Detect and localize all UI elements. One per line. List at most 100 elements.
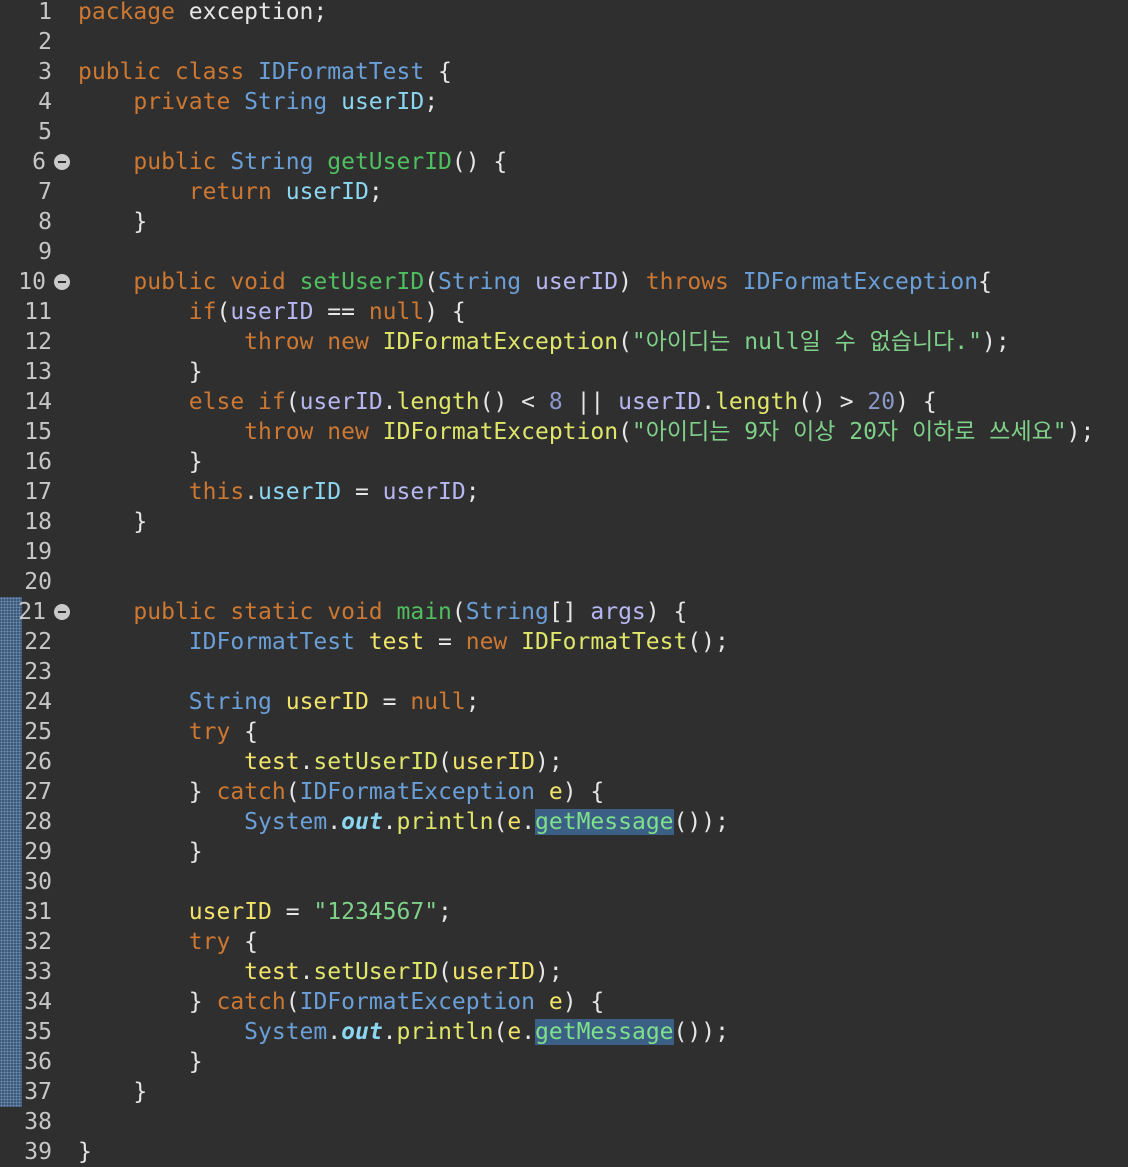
- code-token: () >: [798, 389, 868, 415]
- code-token: ;: [465, 479, 480, 505]
- code-line[interactable]: 39}: [0, 1137, 1128, 1167]
- code-line[interactable]: 17 this.userID = userID;: [0, 477, 1128, 507]
- code-token: e: [507, 1019, 522, 1045]
- code-line[interactable]: 36 }: [0, 1047, 1128, 1077]
- line-number: 39: [24, 1139, 52, 1165]
- code-line[interactable]: 26 test.setUserID(userID);: [0, 747, 1128, 777]
- code-line[interactable]: 21 public static void main(String[] args…: [0, 597, 1128, 627]
- code-line[interactable]: 11 if(userID == null) {: [0, 297, 1128, 327]
- code-token: length: [715, 389, 799, 415]
- code-line[interactable]: 12 throw new IDFormatException("아이디는 nul…: [0, 327, 1128, 357]
- code-line[interactable]: 6 public String getUserID() {: [0, 147, 1128, 177]
- code-token: getMessage: [535, 809, 674, 835]
- code-token: (: [438, 749, 452, 775]
- code-line[interactable]: 13 }: [0, 357, 1128, 387]
- fold-collapse-icon[interactable]: [54, 604, 70, 620]
- code-token: (: [451, 599, 466, 625]
- code-token: =: [368, 689, 411, 715]
- code-line[interactable]: 30: [0, 867, 1128, 897]
- code-token: }: [78, 449, 203, 475]
- code-line[interactable]: 4 private String userID;: [0, 87, 1128, 117]
- code-line[interactable]: 8 }: [0, 207, 1128, 237]
- code-token: setUserID: [313, 959, 439, 985]
- code-token: args: [590, 599, 646, 625]
- code-text: public String getUserID() {: [78, 147, 507, 177]
- code-token: println: [396, 1019, 494, 1045]
- code-line[interactable]: 38: [0, 1107, 1128, 1137]
- line-number: 21: [18, 599, 46, 625]
- code-token: =: [271, 899, 314, 925]
- line-number: 4: [38, 89, 52, 115]
- line-number: 13: [24, 359, 52, 385]
- code-line[interactable]: 37 }: [0, 1077, 1128, 1107]
- line-number: 10: [18, 269, 46, 295]
- code-token: throw new: [244, 329, 383, 355]
- code-token: out: [341, 809, 383, 835]
- line-number: 22: [24, 629, 52, 655]
- code-token: test: [244, 749, 300, 775]
- code-token: ==: [313, 299, 369, 325]
- code-token: userID: [618, 389, 702, 415]
- code-line[interactable]: 27 } catch(IDFormatException e) {: [0, 777, 1128, 807]
- code-line[interactable]: 5: [0, 117, 1128, 147]
- line-number: 18: [24, 509, 52, 535]
- code-line[interactable]: 7 return userID;: [0, 177, 1128, 207]
- line-number: 38: [24, 1109, 52, 1135]
- code-line[interactable]: 31 userID = "1234567";: [0, 897, 1128, 927]
- fold-collapse-icon[interactable]: [54, 154, 70, 170]
- code-line[interactable]: 23: [0, 657, 1128, 687]
- line-number: 3: [38, 59, 52, 85]
- code-line[interactable]: 16 }: [0, 447, 1128, 477]
- code-token: }: [78, 359, 203, 385]
- code-line[interactable]: 29 }: [0, 837, 1128, 867]
- code-text: }: [78, 447, 203, 477]
- code-line[interactable]: 25 try {: [0, 717, 1128, 747]
- code-line[interactable]: 24 String userID = null;: [0, 687, 1128, 717]
- code-line[interactable]: 32 try {: [0, 927, 1128, 957]
- code-token: () <: [479, 389, 549, 415]
- code-token: (: [424, 269, 439, 295]
- fold-collapse-icon[interactable]: [54, 274, 70, 290]
- code-line[interactable]: 3 public class IDFormatTest {: [0, 57, 1128, 87]
- code-token: .: [382, 809, 397, 835]
- code-token: ) {: [424, 299, 466, 325]
- code-line[interactable]: 1 package exception;: [0, 0, 1128, 27]
- code-line[interactable]: 19: [0, 537, 1128, 567]
- code-token: userID: [382, 479, 466, 505]
- code-token: new: [465, 629, 522, 655]
- code-line[interactable]: 35 System.out.println(e.getMessage());: [0, 1017, 1128, 1047]
- code-line[interactable]: 33 test.setUserID(userID);: [0, 957, 1128, 987]
- line-number: 7: [38, 179, 52, 205]
- code-line[interactable]: 22 IDFormatTest test = new IDFormatTest(…: [0, 627, 1128, 657]
- code-token: this: [188, 479, 245, 505]
- code-line[interactable]: 14 else if(userID.length() < 8 || userID…: [0, 387, 1128, 417]
- line-number: 19: [24, 539, 52, 565]
- code-line[interactable]: 18 }: [0, 507, 1128, 537]
- code-line[interactable]: 2: [0, 27, 1128, 57]
- code-token: e: [548, 989, 563, 1015]
- code-token: (: [438, 959, 452, 985]
- code-line[interactable]: 34 } catch(IDFormatException e) {: [0, 987, 1128, 1017]
- code-token: {: [424, 59, 452, 85]
- code-line[interactable]: 10 public void setUserID(String userID) …: [0, 267, 1128, 297]
- code-text: }: [78, 837, 203, 867]
- code-token: ();: [687, 629, 729, 655]
- code-line[interactable]: 28 System.out.println(e.getMessage());: [0, 807, 1128, 837]
- code-text: public static void main(String[] args) {: [78, 597, 687, 627]
- code-line[interactable]: 9: [0, 237, 1128, 267]
- code-token: e: [548, 779, 563, 805]
- code-editor[interactable]: 1 package exception; 2 3 public class IDForm…: [0, 0, 1128, 1166]
- code-token: .: [299, 749, 314, 775]
- code-line[interactable]: 15 throw new IDFormatException("아이디는 9자 …: [0, 417, 1128, 447]
- code-line[interactable]: 20: [0, 567, 1128, 597]
- code-text: package exception;: [78, 0, 327, 27]
- code-token: );: [982, 329, 1010, 355]
